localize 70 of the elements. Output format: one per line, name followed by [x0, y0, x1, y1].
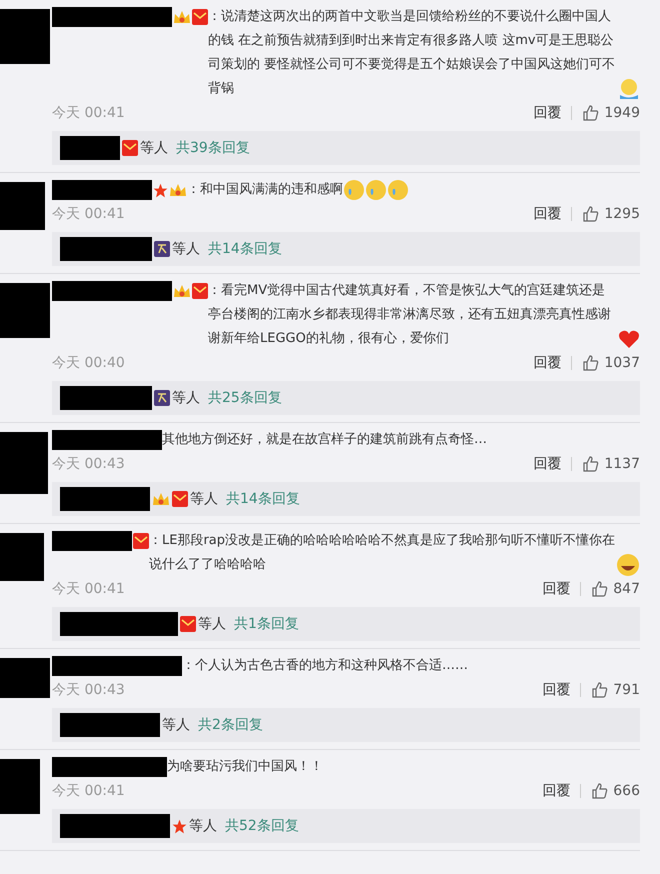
crown-icon: [173, 283, 191, 299]
others-label: 等人: [140, 139, 168, 157]
redacted-avatar: [0, 658, 50, 698]
redacted-avatar: [0, 182, 45, 230]
timestamp: 今天 00:40: [52, 354, 126, 372]
crying-emoji-icon: [343, 179, 365, 201]
heart-icon: [618, 329, 640, 349]
level-badge-icon: [154, 241, 170, 257]
level-badge-icon: [154, 390, 170, 406]
comment-text: ：和中国风满满的违和感啊: [187, 181, 343, 199]
like-count: 1137: [604, 456, 640, 472]
others-label: 等人: [162, 716, 190, 734]
star-icon: [153, 182, 168, 198]
others-label: 等人: [172, 240, 200, 258]
timestamp: 今天 00:41: [52, 782, 126, 800]
reply-button[interactable]: 回覆: [533, 205, 562, 223]
reply-button[interactable]: 回覆: [542, 681, 570, 699]
comment-text: 其他地方倒还好，就是在故宫样子的建筑前跳有点奇怪…: [162, 431, 487, 449]
reply-button[interactable]: 回覆: [542, 580, 570, 598]
envelope-badge-icon: [133, 533, 149, 549]
envelope-badge-icon: [180, 616, 196, 632]
reply-button[interactable]: 回覆: [542, 782, 570, 800]
laughing-emoji-icon: [616, 553, 640, 577]
timestamp: 今天 00:43: [52, 681, 126, 699]
comment-text: ：看完MV觉得中国古代建筑真好看，不管是恢弘大气的宫廷建筑还是亭台楼阁的江南水乡都表现得非常淋漓尽致，还有五妞真漂亮真性感谢谢新年给LEGGO的礼物，很有心，爱你们: [208, 282, 612, 348]
thumbs-up-icon[interactable]: [582, 354, 600, 372]
envelope-badge-icon: [172, 491, 188, 507]
envelope-badge-icon: [192, 283, 208, 299]
redacted-avatar: [0, 759, 40, 814]
timestamp: 今天 00:41: [52, 104, 126, 122]
emoji-icon: [618, 78, 640, 100]
timestamp: 今天 00:41: [52, 580, 126, 598]
envelope-badge-icon: [122, 140, 138, 156]
redacted-avatar: [0, 432, 48, 494]
others-label: 等人: [190, 490, 218, 508]
like-count: 1037: [604, 355, 640, 371]
comment-text: 为啥要玷污我们中国风！！: [167, 758, 323, 776]
redacted-username: [60, 136, 120, 160]
others-label: 等人: [189, 817, 217, 835]
redacted-avatar: [0, 9, 50, 64]
reply-button[interactable]: 回覆: [533, 104, 562, 122]
comment-text: ：LE那段rap没改是正确的哈哈哈哈哈哈不然真是应了我哈那句听不懂听不懂你在说什么了了哈哈哈哈: [149, 532, 616, 574]
others-label: 等人: [198, 615, 226, 633]
envelope-badge-icon: [192, 9, 208, 25]
like-count: 1295: [604, 206, 640, 222]
timestamp: 今天 00:41: [52, 205, 126, 223]
comment-text: ：个人认为古色古香的地方和这种风格不合适……: [182, 657, 468, 675]
reply-button[interactable]: 回覆: [533, 455, 562, 473]
reply-button[interactable]: 回覆: [533, 354, 562, 372]
others-label: 等人: [172, 389, 200, 407]
like-count: 847: [613, 581, 640, 597]
thumbs-up-icon[interactable]: [591, 681, 610, 699]
crown-icon: [173, 9, 191, 25]
thumbs-up-icon[interactable]: [582, 205, 600, 223]
thumbs-up-icon[interactable]: [591, 580, 610, 598]
redacted-avatar: [0, 533, 44, 581]
thumbs-up-icon[interactable]: [582, 104, 600, 122]
timestamp: 今天 00:43: [52, 455, 126, 473]
thumbs-up-icon[interactable]: [582, 455, 600, 473]
like-count: 666: [613, 783, 640, 799]
like-count: 1949: [604, 105, 640, 121]
star-icon: [172, 818, 187, 834]
like-count: 791: [613, 682, 640, 698]
crown-icon: [169, 182, 187, 198]
thumbs-up-icon[interactable]: [591, 782, 610, 800]
crying-emoji-icon: [365, 179, 387, 201]
redacted-avatar: [0, 283, 50, 338]
comment-text: ：说清楚这两次出的两首中文歌当是回馈给粉丝的不要说什么圈中国人的钱 在之前预告就猜到到时出来肯定有很多路人喷 这mv可是王思聪公司策划的 要怪就怪公司可不要觉得是五个姑娘误会了中国风这她们可不背锅: [208, 8, 616, 98]
crown-icon: [152, 491, 170, 507]
crying-emoji-icon: [387, 179, 409, 201]
